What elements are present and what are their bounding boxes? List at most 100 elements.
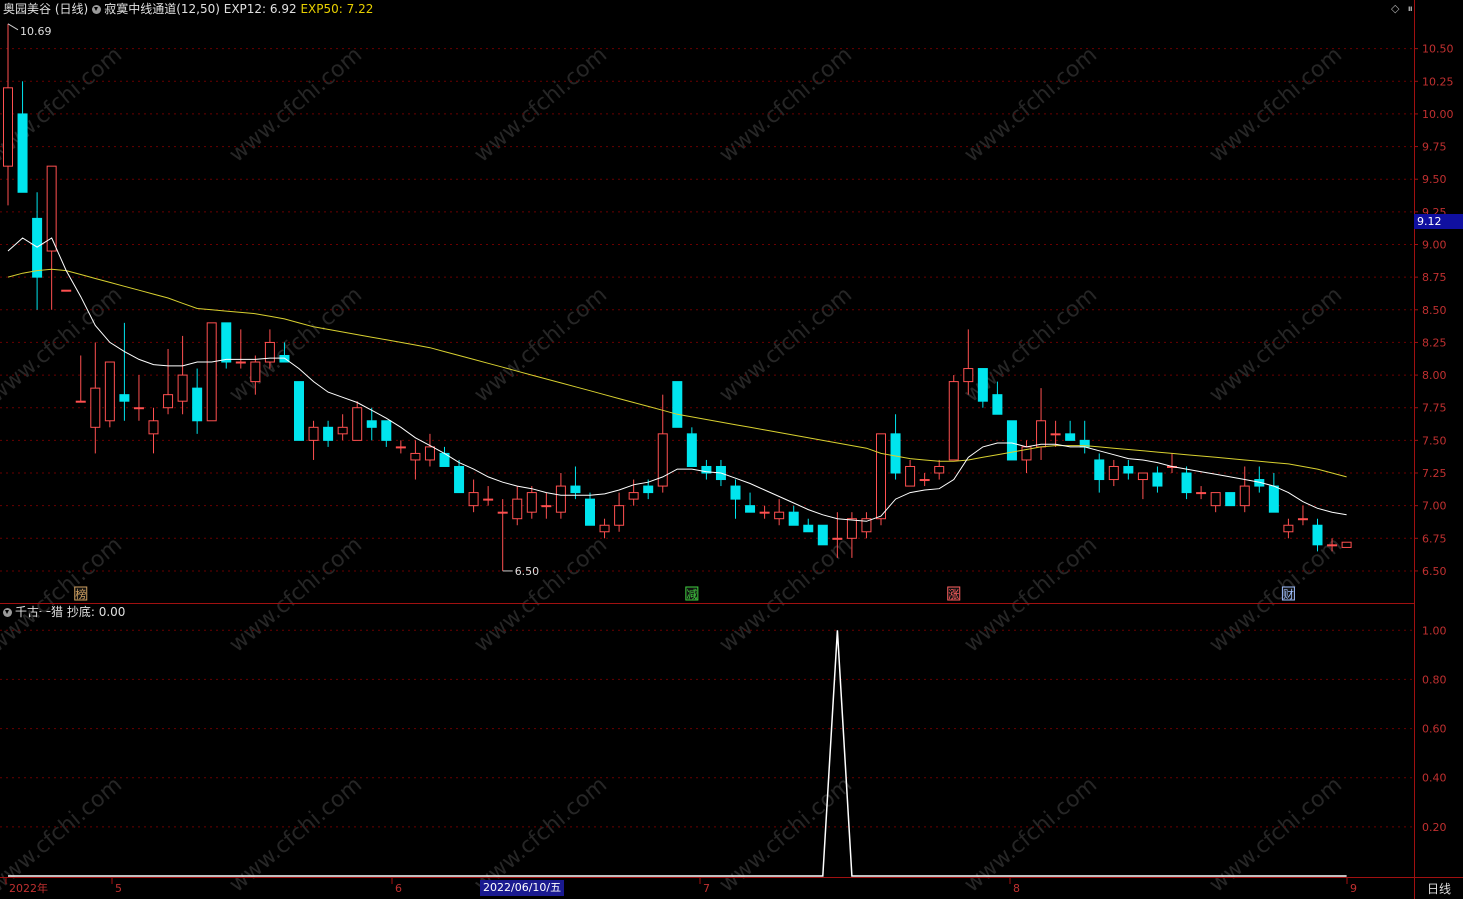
candle-body bbox=[977, 368, 988, 402]
candle-body bbox=[308, 426, 319, 441]
price-tick-label: 8.75 bbox=[1422, 271, 1447, 284]
watermark-text: www.cfchi.com bbox=[1205, 282, 1347, 407]
candle-body bbox=[832, 537, 843, 540]
date-label: 5 bbox=[115, 882, 122, 895]
price-tick-label: 9.00 bbox=[1422, 239, 1447, 252]
event-marker-label: 财 bbox=[1283, 587, 1294, 601]
date-label: 2022年 bbox=[9, 881, 48, 895]
candle-body bbox=[323, 426, 334, 441]
candle-body bbox=[1268, 485, 1279, 513]
current-price-tag: 9.12 bbox=[1414, 214, 1463, 229]
price-tick-label: 10.00 bbox=[1422, 108, 1454, 121]
price-tick-label: 6.50 bbox=[1422, 565, 1447, 578]
candle-body bbox=[730, 485, 741, 500]
sub-tick-label: 0.20 bbox=[1422, 821, 1447, 834]
date-label: 9 bbox=[1350, 882, 1357, 895]
price-tick-label: 8.50 bbox=[1422, 304, 1447, 317]
candle-body bbox=[264, 341, 275, 363]
candle-body bbox=[585, 498, 595, 526]
candle-body bbox=[788, 511, 799, 526]
candle-body bbox=[876, 433, 886, 520]
candle-body bbox=[672, 381, 683, 428]
candle-body bbox=[352, 407, 363, 441]
sub-tick-label: 0.60 bbox=[1422, 723, 1447, 736]
candle-body bbox=[599, 524, 610, 533]
candles bbox=[3, 23, 1352, 571]
sub-tick-label: 1.00 bbox=[1422, 624, 1447, 637]
candle-body bbox=[992, 394, 1003, 415]
candle-body bbox=[555, 485, 566, 513]
price-tick-label: 7.50 bbox=[1422, 434, 1447, 447]
candle-body bbox=[206, 322, 217, 422]
candle-body bbox=[90, 387, 101, 428]
candle-body bbox=[774, 511, 785, 520]
candle-body bbox=[570, 485, 581, 494]
watermark-text: www.cfchi.com bbox=[470, 532, 612, 657]
candle-body bbox=[119, 394, 130, 402]
candle-body bbox=[483, 498, 494, 501]
watermark-text: www.cfchi.com bbox=[225, 772, 367, 897]
candle-body bbox=[817, 524, 828, 546]
watermark-text: www.cfchi.com bbox=[0, 772, 127, 897]
candle-body bbox=[890, 433, 901, 474]
candle-body bbox=[1065, 433, 1076, 441]
candle-body bbox=[686, 433, 697, 467]
candle-body bbox=[468, 492, 479, 507]
event-marker-label: 榜 bbox=[75, 587, 86, 601]
candle-body bbox=[192, 387, 203, 422]
price-tick-label: 8.25 bbox=[1422, 336, 1447, 349]
candle-body bbox=[846, 518, 857, 539]
date-label: 7 bbox=[703, 882, 710, 895]
candle-body bbox=[919, 479, 930, 482]
candle-body bbox=[294, 381, 304, 441]
candle-body bbox=[1006, 420, 1017, 461]
watermark-text: www.cfchi.com bbox=[0, 532, 127, 657]
candle-body bbox=[1225, 492, 1236, 507]
candle-body bbox=[948, 381, 959, 461]
watermark-text: www.cfchi.com bbox=[1205, 532, 1347, 657]
candle-body bbox=[1108, 465, 1119, 481]
watermark-text: www.cfchi.com bbox=[225, 532, 367, 657]
candle-body bbox=[61, 289, 72, 292]
event-marker-label: 减 bbox=[686, 588, 697, 601]
candle-body bbox=[526, 492, 537, 513]
cursor-date: 2022/06/10/五 bbox=[480, 880, 565, 896]
candle-body bbox=[541, 505, 552, 508]
period-label[interactable]: 日线 bbox=[1427, 880, 1451, 897]
candle-body bbox=[366, 420, 377, 428]
watermark-text: www.cfchi.com bbox=[1205, 772, 1347, 897]
candle-body bbox=[1137, 472, 1148, 481]
watermark-text: www.cfchi.com bbox=[715, 772, 857, 897]
high-label: 10.69 bbox=[20, 25, 52, 38]
candle-body bbox=[1297, 518, 1308, 521]
price-tick-label: 8.00 bbox=[1422, 369, 1447, 382]
candle-body bbox=[410, 452, 421, 461]
candle-body bbox=[614, 505, 625, 526]
candle-body bbox=[133, 407, 144, 410]
candle-body bbox=[1210, 492, 1221, 507]
candle-body bbox=[177, 374, 188, 402]
candle-body bbox=[759, 511, 770, 514]
price-tick-label: 7.25 bbox=[1422, 467, 1447, 480]
high-pointer bbox=[7, 23, 19, 31]
low-label: 6.50 bbox=[515, 565, 540, 578]
sub-tick-label: 0.80 bbox=[1422, 673, 1447, 686]
candle-body bbox=[3, 87, 13, 167]
candle-body bbox=[163, 394, 174, 409]
watermark-text: www.cfchi.com bbox=[960, 42, 1102, 167]
candle-body bbox=[1327, 544, 1338, 547]
price-tick-label: 6.75 bbox=[1422, 532, 1447, 545]
candle-body bbox=[1152, 472, 1163, 487]
candle-body bbox=[424, 446, 435, 461]
watermark-text: www.cfchi.com bbox=[1205, 42, 1347, 167]
chart-canvas[interactable]: www.cfchi.com www.cfchi.com www.cfchi.com w… bbox=[0, 0, 1463, 899]
watermark-layer: www.cfchi.com www.cfchi.com www.cfchi.com w… bbox=[0, 42, 1347, 897]
event-marker-label: 涨 bbox=[948, 588, 959, 601]
candle-body bbox=[1123, 465, 1134, 474]
candle-body bbox=[75, 400, 86, 403]
candle-body bbox=[395, 446, 406, 449]
date-label: 8 bbox=[1013, 882, 1020, 895]
candle-body bbox=[905, 465, 916, 487]
watermark-text: www.cfchi.com bbox=[715, 532, 857, 657]
candle-body bbox=[1050, 433, 1061, 436]
